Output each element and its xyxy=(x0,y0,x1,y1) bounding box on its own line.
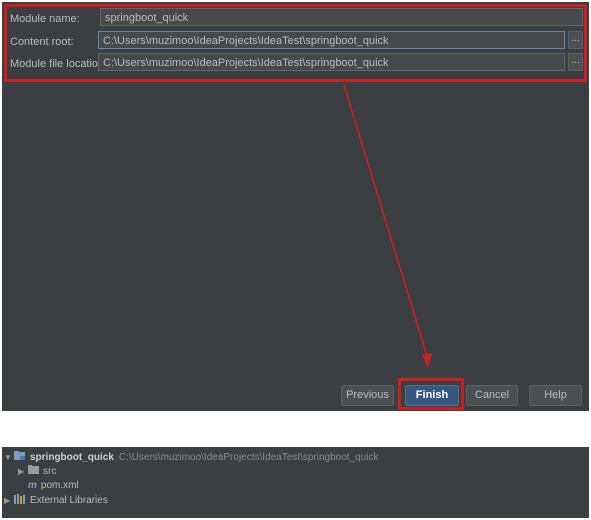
tree-item-pom[interactable]: m pom.xml xyxy=(28,478,79,492)
help-button[interactable]: Help xyxy=(529,385,582,406)
tree-item-label: pom.xml xyxy=(40,479,79,491)
annotation-arrow xyxy=(343,84,432,368)
tree-item-src[interactable]: ▶ src xyxy=(18,464,56,478)
module-folder-icon xyxy=(14,450,26,464)
cancel-button[interactable]: Cancel xyxy=(466,385,518,406)
tree-item-label: External Libraries xyxy=(30,494,108,506)
folder-icon xyxy=(28,465,39,477)
maven-file-icon: m xyxy=(28,479,37,491)
tree-root-name: springboot_quick xyxy=(30,451,114,463)
collapsed-arrow-icon[interactable]: ▶ xyxy=(4,496,14,505)
tree-item-label: src xyxy=(43,465,57,477)
finish-highlight-box xyxy=(398,378,464,410)
libraries-icon xyxy=(14,493,26,507)
new-module-dialog: Module name: springboot_quick Content ro… xyxy=(2,2,589,411)
expanded-arrow-icon[interactable]: ▼ xyxy=(4,453,14,462)
tree-root-row[interactable]: ▼ springboot_quick C:\Users\muzimoo\Idea… xyxy=(4,450,378,464)
project-tree: ▼ springboot_quick C:\Users\muzimoo\Idea… xyxy=(2,447,589,518)
previous-button[interactable]: Previous xyxy=(341,385,394,406)
tree-item-external-libraries[interactable]: ▶ External Libraries xyxy=(4,493,108,507)
tree-root-path: C:\Users\muzimoo\IdeaProjects\IdeaTest\s… xyxy=(118,451,379,463)
collapsed-arrow-icon[interactable]: ▶ xyxy=(18,467,28,476)
